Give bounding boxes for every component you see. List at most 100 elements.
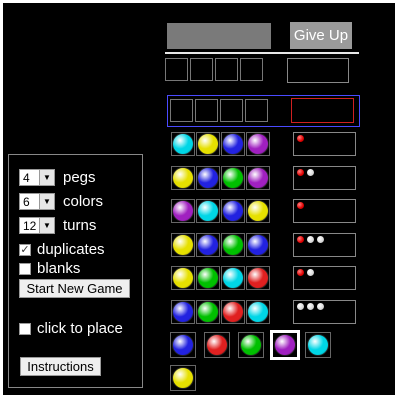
pegs-select[interactable]: 4 ▼ — [19, 169, 55, 186]
yellow-peg — [172, 234, 194, 256]
give-up-button[interactable]: Give Up — [290, 22, 352, 49]
purple-peg — [172, 200, 194, 222]
peg-cell — [171, 199, 195, 223]
guess-slot[interactable] — [170, 99, 193, 122]
click-to-place-checkbox[interactable] — [19, 322, 31, 335]
duplicates-option: ✓ duplicates — [19, 241, 105, 258]
peg-cell — [246, 266, 270, 290]
pegs-value: 4 — [23, 170, 30, 185]
peg-cell — [171, 300, 195, 324]
colors-select[interactable]: 6 ▼ — [19, 193, 55, 210]
palette-purple[interactable] — [270, 330, 300, 360]
guess-slot[interactable] — [195, 99, 218, 122]
peg-cell — [196, 266, 220, 290]
turns-select[interactable]: 12 ▼ — [19, 217, 55, 234]
instructions-button[interactable]: Instructions — [20, 357, 101, 376]
duplicates-checkbox[interactable]: ✓ — [19, 243, 31, 256]
pegs-label: pegs — [63, 169, 96, 186]
secret-code-cover — [167, 23, 271, 49]
current-guess-slots — [170, 99, 268, 122]
white-key-peg — [307, 269, 314, 276]
peg-cell — [171, 166, 195, 190]
options-panel: 4 ▼ pegs 6 ▼ colors 12 ▼ turns ✓ duplicates… — [8, 154, 143, 388]
red-key-peg — [297, 169, 304, 176]
yellow-peg — [172, 267, 194, 289]
start-new-game-button[interactable]: Start New Game — [19, 279, 130, 298]
peg-cell — [170, 365, 196, 391]
peg-cell — [221, 233, 245, 257]
yellow-peg — [172, 167, 194, 189]
blue-peg — [197, 167, 219, 189]
red-key-peg — [297, 269, 304, 276]
green-peg — [197, 267, 219, 289]
peg-cell — [221, 199, 245, 223]
yellow-peg — [172, 367, 194, 389]
peg-cell — [196, 132, 220, 156]
purple-peg — [274, 334, 296, 356]
palette-blue[interactable] — [170, 332, 196, 358]
red-key-peg — [297, 236, 304, 243]
peg-cell — [270, 330, 300, 360]
turns-label: turns — [63, 217, 97, 234]
blue-peg — [247, 234, 269, 256]
click-to-place-option: click to place — [19, 320, 123, 337]
dropdown-arrow-icon: ▼ — [39, 194, 54, 209]
guess-row — [171, 166, 270, 190]
current-feedback-box — [291, 98, 354, 123]
peg-cell — [246, 166, 270, 190]
white-key-peg — [317, 303, 324, 310]
dropdown-arrow-icon: ▼ — [39, 218, 54, 233]
peg-cell — [238, 332, 264, 358]
yellow-peg — [247, 200, 269, 222]
feedback-box — [293, 132, 356, 156]
green-peg — [197, 301, 219, 323]
palette-green[interactable] — [238, 332, 264, 358]
header-divider — [165, 52, 359, 54]
secret-slot — [240, 58, 263, 81]
peg-cell — [221, 132, 245, 156]
peg-cell — [246, 300, 270, 324]
blanks-checkbox[interactable] — [19, 262, 31, 275]
palette-red[interactable] — [204, 332, 230, 358]
red-peg — [222, 301, 244, 323]
green-peg — [240, 334, 262, 356]
game-board: Give Up 4 ▼ pegs 6 ▼ colors 12 ▼ turns ✓… — [3, 3, 395, 395]
palette-yellow[interactable] — [170, 365, 196, 391]
palette-cyan[interactable] — [305, 332, 331, 358]
blue-peg — [172, 334, 194, 356]
click-to-place-label: click to place — [37, 320, 123, 337]
red-peg — [247, 267, 269, 289]
guess-row — [171, 132, 270, 156]
feedback-box — [293, 233, 356, 257]
peg-cell — [196, 166, 220, 190]
blue-peg — [222, 200, 244, 222]
colors-option: 6 ▼ colors — [19, 193, 103, 210]
peg-cell — [196, 300, 220, 324]
peg-cell — [246, 132, 270, 156]
white-key-peg — [307, 303, 314, 310]
secret-slot — [215, 58, 238, 81]
red-key-peg — [297, 202, 304, 209]
peg-cell — [305, 332, 331, 358]
blanks-option: blanks — [19, 260, 80, 277]
white-key-peg — [297, 303, 304, 310]
purple-peg — [247, 133, 269, 155]
feedback-box — [293, 266, 356, 290]
secret-slot — [165, 58, 188, 81]
guess-row — [171, 199, 270, 223]
blue-peg — [222, 133, 244, 155]
yellow-peg — [197, 133, 219, 155]
peg-cell — [221, 266, 245, 290]
secret-slots — [165, 58, 263, 81]
blue-peg — [172, 301, 194, 323]
guess-slot[interactable] — [220, 99, 243, 122]
secret-feedback-box — [287, 58, 349, 83]
dropdown-arrow-icon: ▼ — [39, 170, 54, 185]
peg-cell — [171, 132, 195, 156]
turns-value: 12 — [23, 218, 37, 233]
cyan-peg — [197, 200, 219, 222]
white-key-peg — [307, 236, 314, 243]
turns-option: 12 ▼ turns — [19, 217, 96, 234]
colors-value: 6 — [23, 194, 30, 209]
guess-slot[interactable] — [245, 99, 268, 122]
